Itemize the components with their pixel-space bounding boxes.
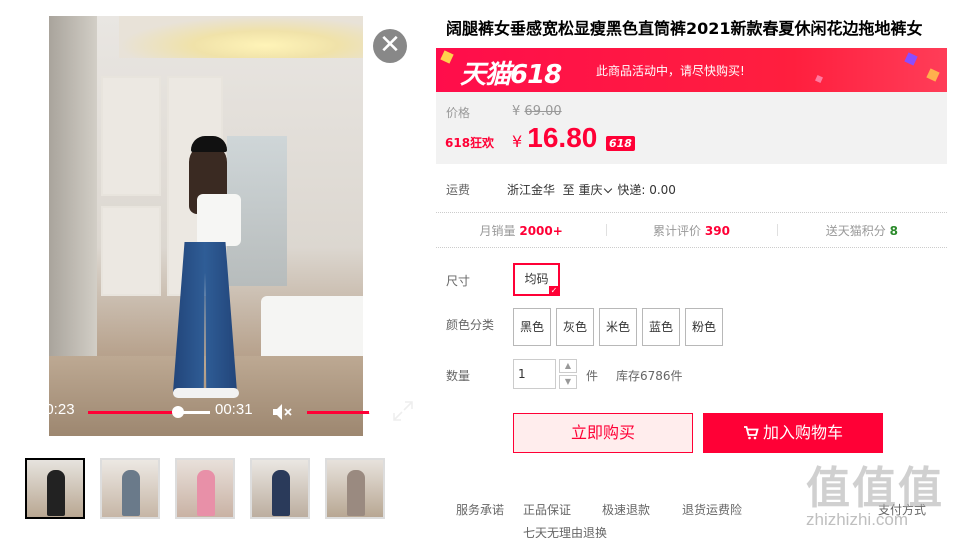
thumbnail-4[interactable] (250, 458, 310, 519)
size-label: 尺寸 (446, 274, 471, 288)
progress-bar[interactable] (88, 406, 210, 418)
product-page: 00:23 00:31 ✕ 阔腿裤女垂感宽松显瘦黑色直筒裤2021新款春夏休闲花… (0, 0, 956, 538)
current-time: 00:23 (37, 401, 75, 418)
wall-panel (101, 76, 161, 196)
fullscreen-icon[interactable] (392, 400, 414, 422)
color-label: 颜色分类 (446, 318, 495, 332)
video-controls: 00:23 00:31 (0, 388, 417, 436)
promo-text: 此商品活动中，请尽快购买! (596, 64, 745, 78)
monthly-sales: 月销量 2000+ (436, 222, 606, 239)
confetti-decoration (904, 52, 918, 66)
color-option-gray[interactable]: 灰色 (556, 308, 594, 346)
confetti-decoration (440, 50, 454, 64)
express-fee: 快递: 0.00 (617, 183, 676, 197)
shipping-info: 浙江金华 至 重庆 快递: 0.00 (507, 181, 676, 198)
original-price-value: 69.00 (524, 104, 562, 119)
play-icon[interactable] (4, 402, 19, 420)
cart-icon (743, 426, 759, 440)
color-option-beige[interactable]: 米色 (599, 308, 637, 346)
sales-label: 月销量 (479, 223, 516, 238)
product-title: 阔腿裤女垂感宽松显瘦黑色直筒裤2021新款春夏休闲花边拖地裤女 (446, 19, 923, 38)
thumbnail-model (272, 470, 290, 516)
thumbnail-model (122, 470, 140, 516)
original-price: ¥ 69.00 (512, 104, 562, 119)
buy-now-button[interactable]: 立即购买 (513, 413, 693, 453)
service-fast-refund[interactable]: 极速退款 (602, 501, 650, 518)
ship-from: 浙江金华 (507, 183, 556, 197)
currency-symbol: ¥ (512, 132, 523, 151)
wall-panel (101, 206, 161, 296)
price-label: 价格 (446, 106, 471, 120)
service-genuine[interactable]: 正品保证 (523, 501, 571, 518)
points-value: 8 (889, 223, 898, 238)
product-stats: 月销量 2000+ 累计评价 390 送天猫积分 8 (436, 212, 947, 248)
size-option-one-size[interactable]: 均码 (513, 263, 560, 296)
stock-count: 库存6786件 (616, 369, 683, 383)
model-top (197, 194, 241, 246)
duration-time: 00:31 (215, 401, 253, 418)
reviews-value: 390 (704, 223, 730, 238)
progress-handle[interactable] (172, 406, 185, 418)
volume-bar[interactable] (307, 406, 381, 418)
color-option-pink[interactable]: 粉色 (685, 308, 723, 346)
thumbnail-model (347, 470, 365, 516)
current-price: ¥ 16.80 (512, 122, 597, 154)
tmall-618-logo: 天猫618 (460, 60, 562, 90)
confetti-decoration (926, 68, 940, 82)
thumbnail-strip (25, 458, 400, 519)
product-video-player[interactable]: 00:23 00:31 (0, 16, 417, 436)
activity-label: 618狂欢 (445, 136, 495, 150)
add-to-cart-label: 加入购物车 (762, 423, 843, 442)
add-to-cart-button[interactable]: 加入购物车 (703, 413, 883, 453)
current-price-value: 16.80 (527, 122, 598, 153)
promo-banner: 天猫618 此商品活动中，请尽快购买! (436, 48, 947, 92)
mute-icon[interactable] (272, 402, 294, 422)
thumbnail-2[interactable] (100, 458, 160, 519)
color-option-black[interactable]: 黑色 (513, 308, 551, 346)
quantity-decrease-button[interactable]: ▼ (559, 375, 577, 389)
quantity-increase-button[interactable]: ▲ (559, 359, 577, 373)
quantity-unit: 件 (586, 369, 599, 383)
services-label: 服务承诺 (456, 503, 505, 517)
progress-fill (88, 411, 179, 414)
payment-methods[interactable]: 支付方式 (878, 501, 926, 518)
thumbnail-5[interactable] (325, 458, 385, 519)
ship-to-select[interactable]: 重庆 (579, 183, 603, 197)
tmall-points: 送天猫积分 8 (776, 222, 947, 239)
total-reviews[interactable]: 累计评价 390 (606, 222, 776, 239)
618-tag: 618 (606, 136, 635, 151)
sales-value: 2000+ (519, 223, 563, 238)
service-return-insurance[interactable]: 退货运费险 (682, 501, 742, 518)
color-option-blue[interactable]: 蓝色 (642, 308, 680, 346)
model-cap (191, 136, 227, 152)
reviews-label: 累计评价 (653, 223, 702, 238)
price-box: 价格 ¥ 69.00 618狂欢 ¥ 16.80 618 (436, 92, 947, 164)
curtain (49, 16, 97, 356)
thumbnail-1[interactable] (25, 458, 85, 519)
quantity-input[interactable]: 1 (513, 359, 556, 389)
ceiling-light (119, 16, 363, 58)
service-seven-day-return[interactable]: 七天无理由退换 (523, 524, 607, 538)
thumbnail-3[interactable] (175, 458, 235, 519)
volume-fill (307, 411, 375, 414)
currency-symbol: ¥ (512, 104, 521, 119)
video-frame[interactable] (49, 16, 363, 436)
confetti-decoration (815, 75, 823, 83)
ship-to-prefix: 至 (562, 183, 575, 197)
shipping-label: 运费 (446, 183, 471, 197)
watermark: 值值值 zhizhizhi.com (804, 452, 954, 536)
thumbnail-model (197, 470, 215, 516)
chevron-down-icon[interactable] (603, 184, 612, 194)
quantity-label: 数量 (446, 369, 471, 383)
close-video-button[interactable]: ✕ (373, 29, 407, 63)
volume-handle[interactable] (368, 406, 381, 418)
points-label: 送天猫积分 (825, 223, 886, 238)
thumbnail-model (47, 470, 65, 516)
